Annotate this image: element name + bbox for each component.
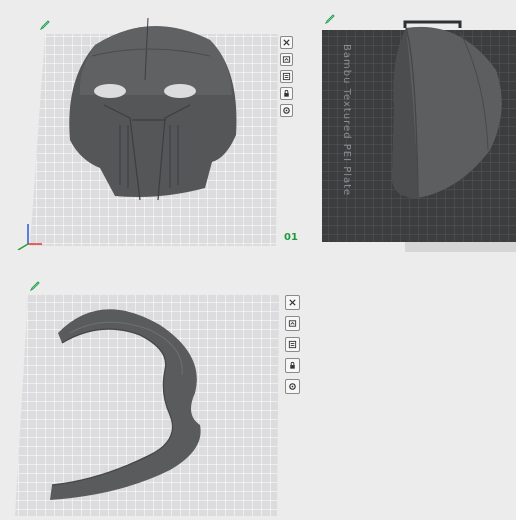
close-icon [283, 39, 290, 46]
plate-2-canvas[interactable]: Bambu Textured PEI Plate [310, 0, 516, 260]
orient-button[interactable] [280, 70, 293, 83]
arrange-icon [282, 56, 291, 63]
plate-1-toolbar [280, 36, 293, 117]
plate-3-toolbar [285, 295, 300, 394]
lock-icon [284, 89, 289, 97]
lock-icon [290, 361, 295, 369]
orient-icon [282, 72, 291, 81]
settings-button[interactable] [280, 104, 293, 117]
close-button[interactable] [285, 295, 300, 310]
settings-button[interactable] [285, 379, 300, 394]
edit-icon[interactable] [40, 20, 50, 30]
plate-3-canvas[interactable] [0, 275, 310, 516]
plate-label: Bambu Textured PEI Plate [341, 44, 352, 196]
arrange-icon [288, 320, 297, 327]
lock-button[interactable] [285, 358, 300, 373]
plate-view-3[interactable] [0, 275, 310, 516]
plate-view-1[interactable]: 01 [0, 0, 300, 251]
arrange-button[interactable] [285, 316, 300, 331]
orient-icon [288, 340, 297, 349]
orient-button[interactable] [285, 337, 300, 352]
close-button[interactable] [280, 36, 293, 49]
settings-icon [289, 383, 296, 390]
plate-1-canvas[interactable] [0, 0, 300, 251]
settings-icon [283, 107, 290, 114]
plate-number: 01 [284, 232, 298, 243]
plate-view-2[interactable]: Bambu Textured PEI Plate [310, 0, 516, 260]
arrange-button[interactable] [280, 53, 293, 66]
close-icon [289, 299, 296, 306]
edit-icon[interactable] [325, 14, 335, 24]
lock-button[interactable] [280, 87, 293, 100]
edit-icon[interactable] [30, 281, 40, 291]
